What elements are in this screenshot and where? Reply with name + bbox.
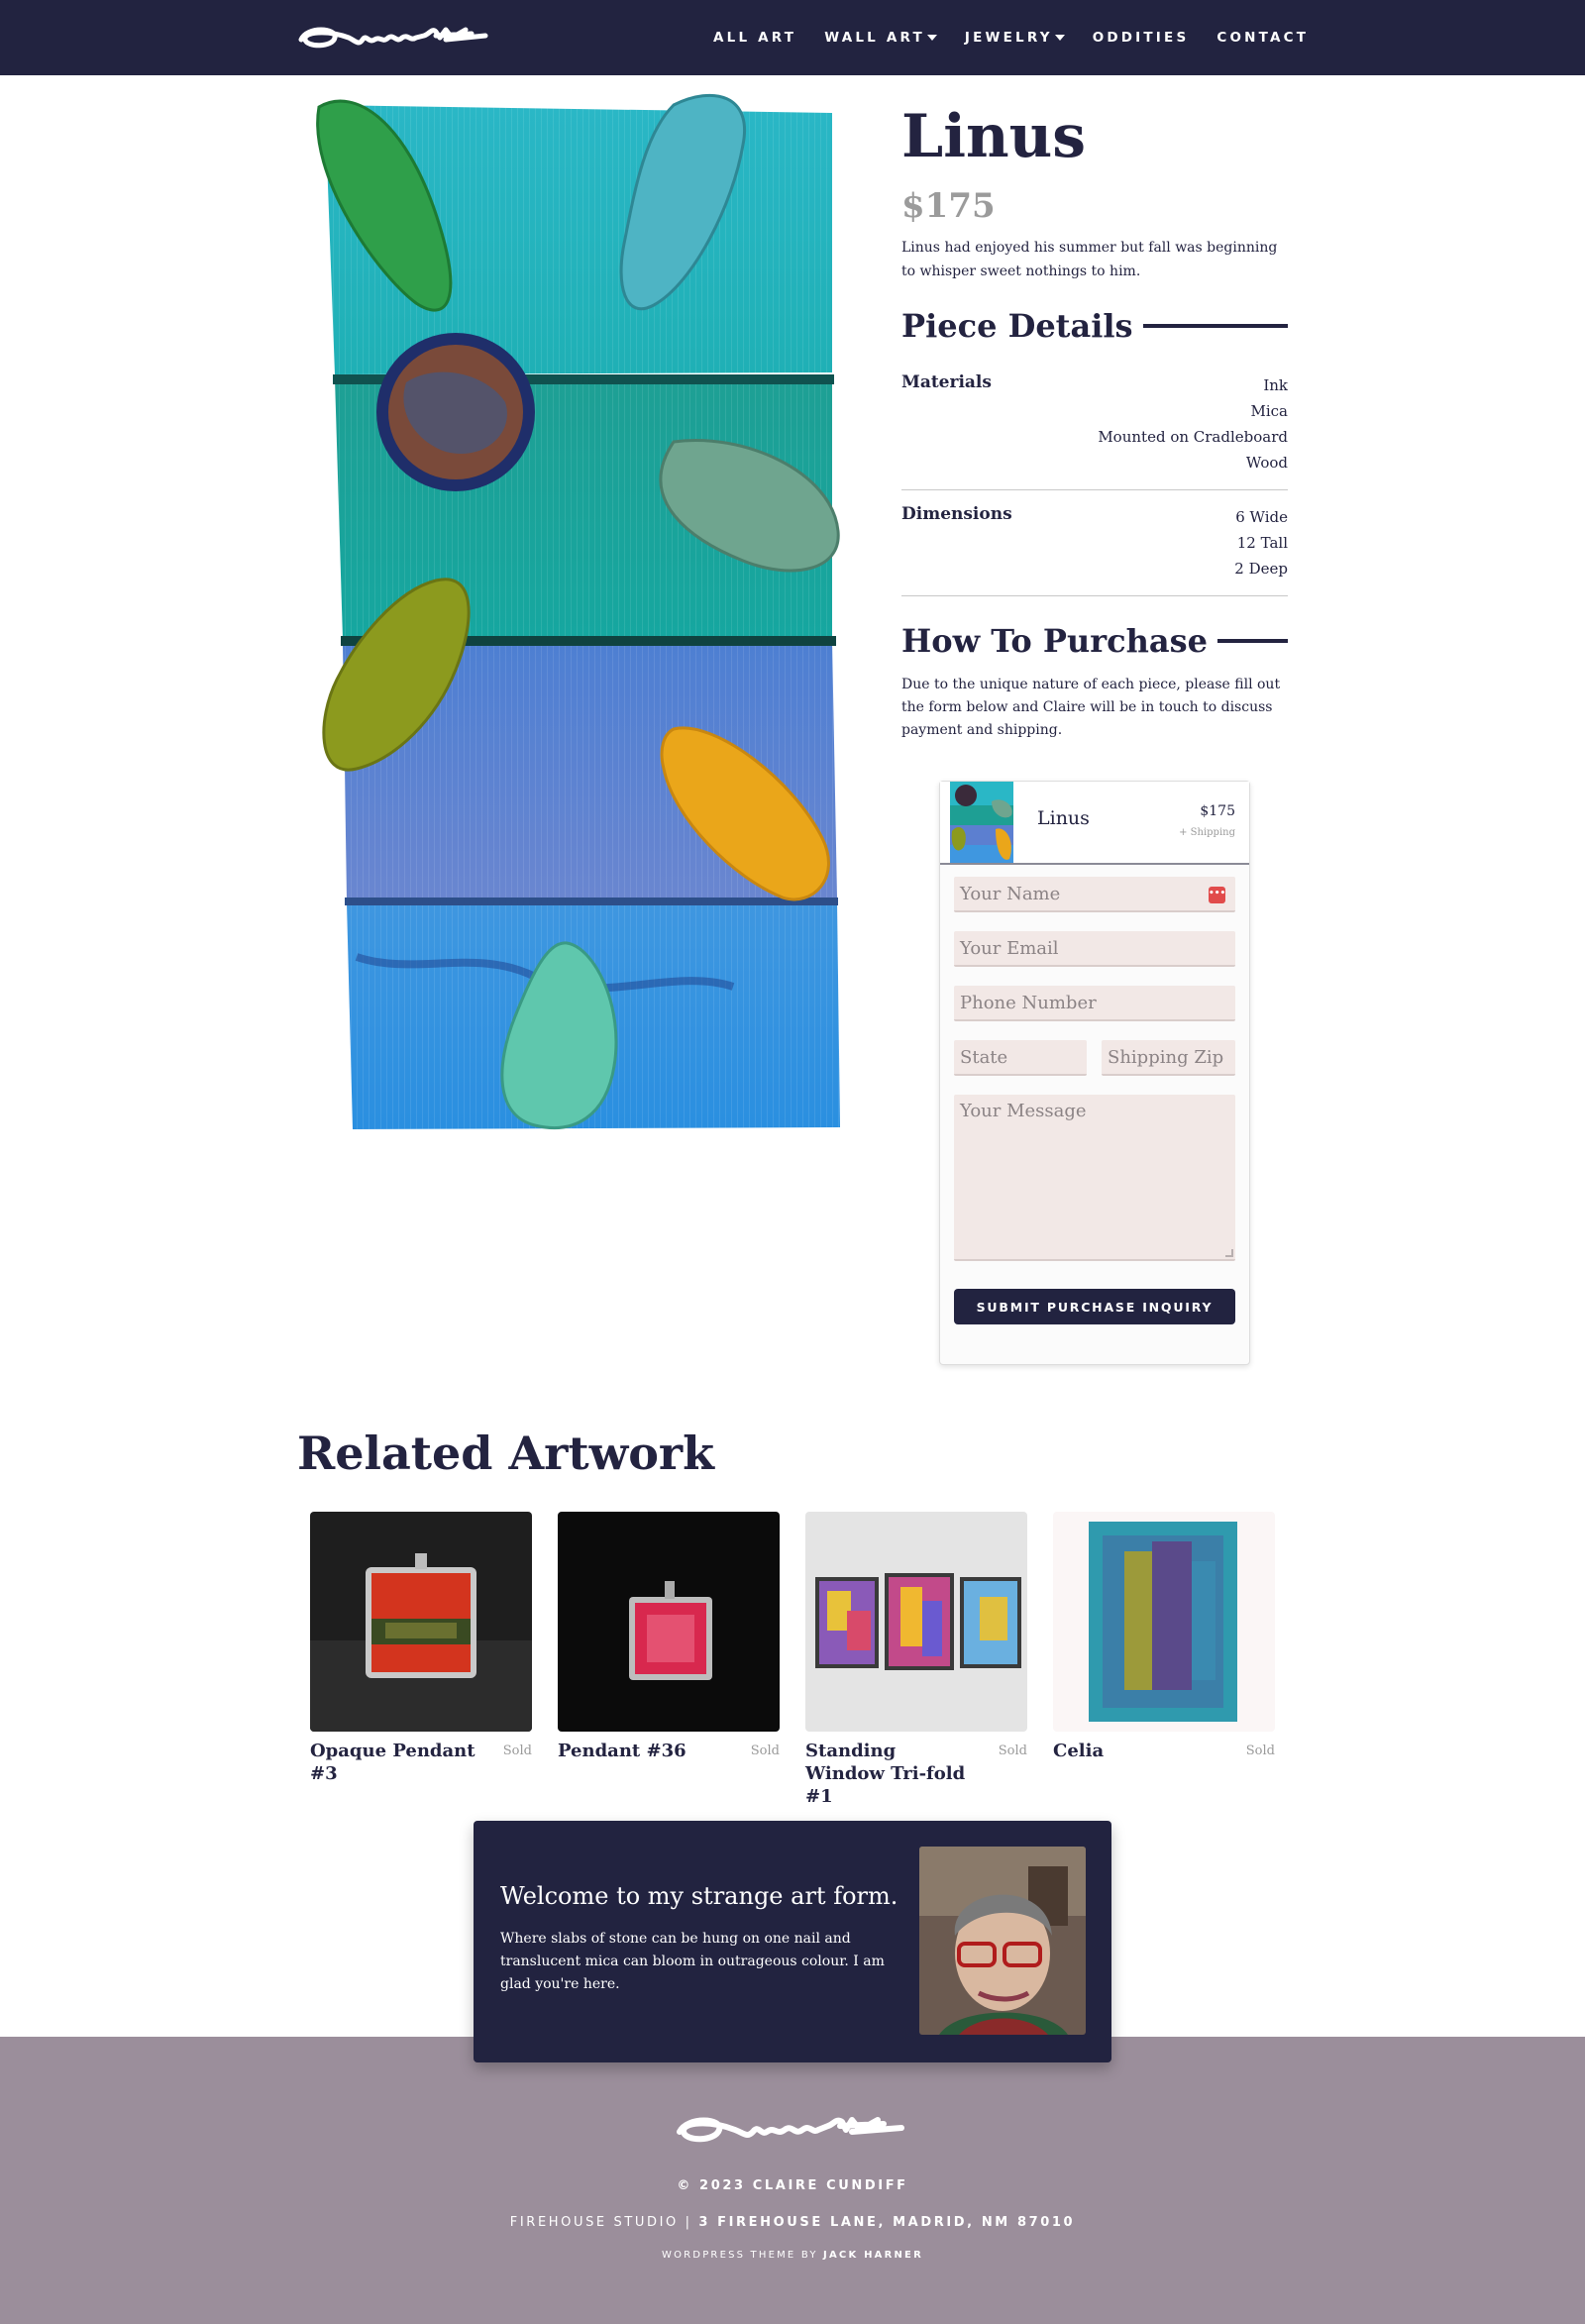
how-to-purchase-heading: How To Purchase <box>901 622 1288 660</box>
theme-credit-prefix: WORDPRESS THEME BY <box>661 2250 818 2261</box>
footer-address: FIREHOUSE STUDIO | 3 FIREHOUSE LANE, MAD… <box>0 2215 1585 2230</box>
site-footer: © 2023 CLAIRE CUNDIFF FIREHOUSE STUDIO |… <box>0 2037 1585 2324</box>
nav-all-art-label: ALL ART <box>713 30 797 46</box>
nav-all-art[interactable]: ALL ART <box>713 30 796 46</box>
chevron-down-icon <box>1054 35 1065 41</box>
site-header: ALL ART WALL ART JEWELRY ODDITIES CONTAC… <box>0 0 1585 75</box>
purchase-card-name: Linus <box>1037 807 1090 829</box>
name-field[interactable]: Your Name ••• <box>954 877 1235 912</box>
how-to-purchase-text: Due to the unique nature of each piece, … <box>901 677 1281 738</box>
heading-rule <box>1216 639 1288 643</box>
purchase-card-shipping: + Shipping <box>1179 827 1235 838</box>
artist-portrait <box>919 1847 1086 2035</box>
nav-wall-art-label: WALL ART <box>824 30 925 46</box>
artwork-image[interactable] <box>297 85 852 1155</box>
related-item-status: Sold <box>998 1743 1027 1758</box>
materials-row: Materials Ink Mica Mounted on Cradleboar… <box>901 359 1288 490</box>
email-field[interactable]: Your Email <box>954 931 1235 967</box>
related-item-meta: Standing Window Tri-fold #1 Sold <box>805 1740 1027 1808</box>
purchase-card-price: $175 <box>1200 803 1235 819</box>
nav-contact[interactable]: CONTACT <box>1216 30 1309 46</box>
piece-details-heading-text: Piece Details <box>901 307 1133 345</box>
related-item[interactable]: Standing Window Tri-fold #1 Sold <box>805 1512 1027 1808</box>
related-item-name[interactable]: Pendant #36 <box>558 1740 726 1762</box>
purchase-card-header: Linus $175 + Shipping <box>940 782 1249 865</box>
material-item: Mounted on Cradleboard <box>1098 428 1288 446</box>
dimension-item: 6 Wide <box>1235 508 1288 526</box>
nav-jewelry-label: JEWELRY <box>964 30 1053 46</box>
material-item: Wood <box>1245 454 1288 472</box>
material-item: Ink <box>1263 376 1288 394</box>
page-title: Linus <box>901 102 1087 171</box>
autofill-icon[interactable]: ••• <box>1209 887 1225 903</box>
state-field-placeholder: State <box>960 1046 1008 1068</box>
related-item-status: Sold <box>502 1743 532 1758</box>
chevron-down-icon <box>926 35 937 41</box>
footer-logo[interactable] <box>674 2104 911 2152</box>
piece-price: $175 <box>901 186 996 226</box>
related-item[interactable]: Celia Sold <box>1053 1512 1275 1762</box>
nav-wall-art[interactable]: WALL ART <box>824 30 937 46</box>
related-item-name[interactable]: Opaque Pendant #3 <box>310 1740 478 1785</box>
piece-description: Linus had enjoyed his summer but fall wa… <box>901 240 1278 279</box>
related-item[interactable]: Pendant #36 Sold <box>558 1512 780 1762</box>
footer-address-line: 3 FIREHOUSE LANE, MADRID, NM 87010 <box>698 2215 1076 2230</box>
welcome-banner: Welcome to my strange art form. Where sl… <box>474 1821 1111 2062</box>
dimension-item: 12 Tall <box>1236 534 1288 552</box>
related-item-meta: Pendant #36 Sold <box>558 1740 780 1762</box>
email-field-placeholder: Your Email <box>960 937 1059 959</box>
piece-details-heading: Piece Details <box>901 307 1288 345</box>
nav-jewelry[interactable]: JEWELRY <box>965 30 1065 46</box>
piece-thumbnail <box>950 782 1013 863</box>
footer-theme-credit: WORDPRESS THEME BY JACK HARNER <box>0 2250 1585 2261</box>
site-logo[interactable] <box>297 16 495 57</box>
phone-field-placeholder: Phone Number <box>960 992 1097 1013</box>
message-field-placeholder: Your Message <box>960 1101 1087 1121</box>
material-item: Mica <box>1250 402 1289 420</box>
related-item-status: Sold <box>750 1743 780 1758</box>
dimensions-label: Dimensions <box>901 504 1012 524</box>
heading-rule <box>1142 324 1288 328</box>
related-item[interactable]: Opaque Pendant #3 Sold <box>310 1512 532 1785</box>
resize-handle-icon[interactable] <box>1225 1249 1233 1257</box>
materials-label: Materials <box>901 372 992 392</box>
footer-separator: | <box>685 2215 692 2230</box>
footer-copyright: © 2023 CLAIRE CUNDIFF <box>677 2178 908 2193</box>
phone-field[interactable]: Phone Number <box>954 986 1235 1021</box>
related-item-image[interactable] <box>558 1512 780 1732</box>
dimensions-row: Dimensions 6 Wide 12 Tall 2 Deep <box>901 490 1288 596</box>
theme-credit-author[interactable]: JACK HARNER <box>823 2250 923 2261</box>
state-field[interactable]: State <box>954 1040 1087 1076</box>
welcome-title: Welcome to my strange art form. <box>500 1882 898 1910</box>
related-item-status: Sold <box>1245 1743 1275 1758</box>
related-item-name[interactable]: Celia <box>1053 1740 1221 1762</box>
dimension-item: 2 Deep <box>1234 560 1288 578</box>
footer-studio: FIREHOUSE STUDIO <box>509 2215 679 2230</box>
nav-oddities[interactable]: ODDITIES <box>1093 30 1190 46</box>
welcome-text: Where slabs of stone can be hung on one … <box>500 1931 885 1992</box>
related-item-image[interactable] <box>310 1512 532 1732</box>
related-item-meta: Celia Sold <box>1053 1740 1275 1762</box>
materials-values: Ink Mica Mounted on Cradleboard Wood <box>1098 372 1288 475</box>
piece-details-column: Linus $175 Linus had enjoyed his summer … <box>901 95 1288 742</box>
shipping-zip-field-placeholder: Shipping Zip <box>1108 1046 1224 1068</box>
nav-contact-label: CONTACT <box>1216 30 1310 46</box>
related-artwork-heading: Related Artwork <box>297 1426 715 1480</box>
related-item-image[interactable] <box>1053 1512 1275 1732</box>
how-to-purchase-heading-text: How To Purchase <box>901 622 1208 660</box>
related-item-image[interactable] <box>805 1512 1027 1732</box>
purchase-inquiry-card: Linus $175 + Shipping Your Name ••• Your… <box>939 781 1250 1365</box>
submit-purchase-inquiry-button[interactable]: SUBMIT PURCHASE INQUIRY <box>954 1289 1235 1324</box>
related-item-meta: Opaque Pendant #3 Sold <box>310 1740 532 1785</box>
name-field-placeholder: Your Name <box>960 883 1061 904</box>
shipping-zip-field[interactable]: Shipping Zip <box>1102 1040 1235 1076</box>
dimensions-values: 6 Wide 12 Tall 2 Deep <box>1234 504 1288 581</box>
related-item-name[interactable]: Standing Window Tri-fold #1 <box>805 1740 974 1808</box>
message-field[interactable]: Your Message <box>954 1095 1235 1261</box>
main-nav: ALL ART WALL ART JEWELRY ODDITIES CONTAC… <box>713 0 1309 75</box>
nav-oddities-label: ODDITIES <box>1092 30 1190 46</box>
